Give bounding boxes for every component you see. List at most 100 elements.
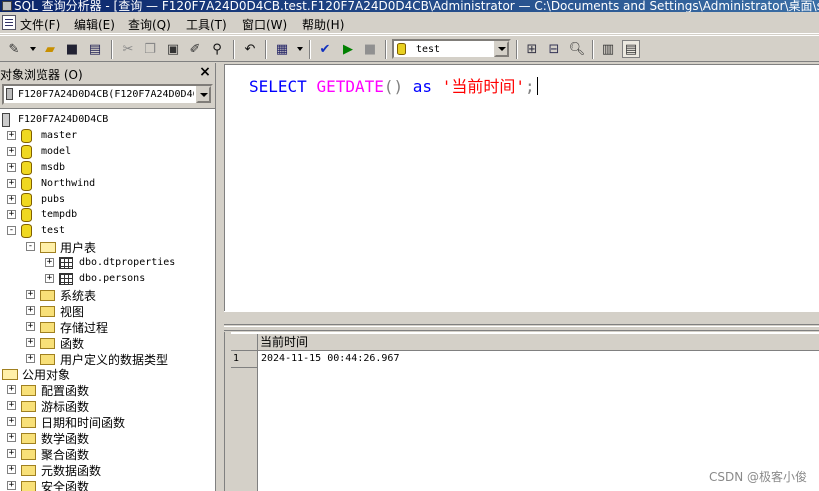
tree-item[interactable]: + 系统表	[0, 287, 215, 303]
parse-icon[interactable]: ✔	[316, 40, 334, 58]
expand-icon[interactable]: +	[26, 337, 35, 347]
tree-item[interactable]: + tempdb	[0, 207, 215, 223]
chevron-down-icon[interactable]	[494, 41, 509, 57]
menu-tools[interactable]: 工具(T)	[186, 16, 227, 33]
new-query-dropdown-icon[interactable]	[30, 47, 36, 51]
toolbar-separator	[516, 40, 518, 59]
expand-icon[interactable]: +	[45, 258, 54, 268]
tree-item[interactable]: + 安全函数	[0, 478, 215, 491]
tree-item-label: 视图	[60, 304, 85, 319]
tree-item[interactable]: + msdb	[0, 160, 215, 176]
expand-icon[interactable]: +	[7, 178, 16, 188]
estimated-plan-icon[interactable]: ⊞	[523, 40, 541, 58]
tree-item[interactable]: + 游标函数	[0, 398, 215, 414]
paste-icon[interactable]: ▣	[164, 40, 182, 58]
menu-file[interactable]: 文件(F)	[20, 16, 60, 33]
collapse-icon[interactable]: -	[7, 226, 16, 236]
expand-icon[interactable]: +	[7, 464, 16, 474]
title-bar: SQL 查询分析器 - [查询 — F120F7A24D0D4CB.test.F…	[0, 0, 819, 12]
show-object-browser-icon[interactable]: ▥	[599, 40, 617, 58]
collapse-icon[interactable]: -	[26, 242, 35, 252]
results-mode-icon[interactable]: ▦	[273, 40, 291, 58]
menu-query[interactable]: 查询(Q)	[128, 16, 171, 33]
tree-item[interactable]: 公用对象	[0, 366, 215, 382]
database-select[interactable]: test	[392, 39, 511, 59]
folder-icon	[21, 448, 36, 460]
expand-icon[interactable]: +	[7, 401, 16, 411]
expand-icon[interactable]: +	[7, 162, 16, 172]
editor-gutter	[225, 65, 229, 311]
query-editor[interactable]: SELECT GETDATE() as '当前时间';	[224, 64, 819, 311]
tree-item[interactable]: + 数学函数	[0, 430, 215, 446]
expand-icon[interactable]: +	[45, 274, 54, 283]
table-cell[interactable]: 2024-11-15 00:44:26.967	[258, 351, 458, 368]
object-search-icon[interactable]: ⊟	[545, 40, 563, 58]
expand-icon[interactable]: +	[7, 210, 16, 220]
object-browser-title: 对象浏览器 (O)	[0, 68, 83, 82]
tree-item[interactable]: + 视图	[0, 303, 215, 319]
tree-item[interactable]: + 元数据函数	[0, 462, 215, 478]
find-icon[interactable]: ⚲	[208, 40, 226, 58]
copy-icon[interactable]: ❐	[141, 40, 159, 58]
expand-icon[interactable]: +	[7, 146, 16, 156]
close-icon[interactable]: ×	[197, 65, 213, 81]
grid-corner[interactable]	[231, 334, 258, 351]
server-select[interactable]: F120F7A24D0D4CB(F120F7A24D0D4CB	[2, 84, 213, 105]
menu-help[interactable]: 帮助(H)	[302, 16, 344, 33]
expand-icon[interactable]: +	[7, 433, 16, 442]
database-value: test	[416, 44, 441, 55]
tree-item[interactable]: + pubs	[0, 192, 215, 208]
execute-icon[interactable]: ▶	[339, 40, 357, 58]
tree-item-label: test	[41, 225, 66, 237]
expand-icon[interactable]: +	[7, 194, 16, 204]
cut-icon[interactable]: ✂	[119, 40, 137, 58]
tree-item[interactable]: + 函数	[0, 335, 215, 351]
new-query-icon[interactable]: ✎	[5, 40, 23, 58]
tree-item[interactable]: + 配置函数	[0, 382, 215, 398]
open-icon[interactable]: ▰	[41, 40, 59, 58]
splitter-grip[interactable]	[224, 324, 819, 327]
document-icon[interactable]	[2, 15, 16, 30]
column-header[interactable]: 当前时间	[258, 334, 819, 351]
tree-item[interactable]: + 存储过程	[0, 319, 215, 335]
undo-icon[interactable]: ↶	[241, 40, 259, 58]
expand-icon[interactable]: +	[26, 321, 35, 331]
expand-icon[interactable]: +	[7, 448, 16, 458]
pane-splitter[interactable]	[224, 311, 819, 331]
sql-line[interactable]: SELECT GETDATE() as '当前时间';	[249, 73, 538, 97]
clear-icon[interactable]: ✐	[186, 40, 204, 58]
menu-window[interactable]: 窗口(W)	[242, 16, 287, 33]
stop-icon[interactable]: ■	[361, 40, 379, 58]
tree-item[interactable]: + 用户定义的数据类型	[0, 351, 215, 367]
expand-icon[interactable]: +	[26, 305, 35, 315]
results-mode-dropdown-icon[interactable]	[297, 47, 303, 51]
search-icon[interactable]: 🔍︎	[568, 40, 586, 58]
row-header[interactable]: 1	[231, 351, 258, 368]
tree-item[interactable]: F120F7A24D0D4CB	[0, 112, 215, 128]
toolbar-separator	[111, 40, 113, 59]
folder-icon	[40, 353, 55, 365]
database-icon	[397, 43, 406, 55]
chevron-down-icon[interactable]	[196, 86, 211, 103]
tree-item-label: 安全函数	[41, 479, 90, 491]
tree-item[interactable]: + dbo.persons	[0, 271, 215, 287]
expand-icon[interactable]: +	[7, 130, 16, 140]
tree-item[interactable]: + 聚合函数	[0, 446, 215, 462]
menu-edit[interactable]: 编辑(E)	[74, 16, 115, 33]
expand-icon[interactable]: +	[26, 289, 35, 299]
save-icon[interactable]: ■	[63, 40, 81, 58]
expand-icon[interactable]: +	[26, 353, 35, 363]
object-browser-header: 对象浏览器 (O) ×	[0, 65, 216, 82]
expand-icon[interactable]: +	[7, 385, 16, 395]
tree-item[interactable]: - test	[0, 223, 215, 239]
tree-item[interactable]: - 用户表	[0, 239, 215, 255]
tree-item[interactable]: + dbo.dtproperties	[0, 255, 215, 271]
tree-item[interactable]: + model	[0, 144, 215, 160]
tree-item[interactable]: + 日期和时间函数	[0, 414, 215, 430]
show-results-icon[interactable]: ▤	[622, 40, 640, 58]
expand-icon[interactable]: +	[7, 480, 16, 490]
insert-template-icon[interactable]: ▤	[86, 40, 104, 58]
tree-item[interactable]: + master	[0, 128, 215, 144]
expand-icon[interactable]: +	[7, 417, 16, 427]
tree-item[interactable]: + Northwind	[0, 176, 215, 192]
